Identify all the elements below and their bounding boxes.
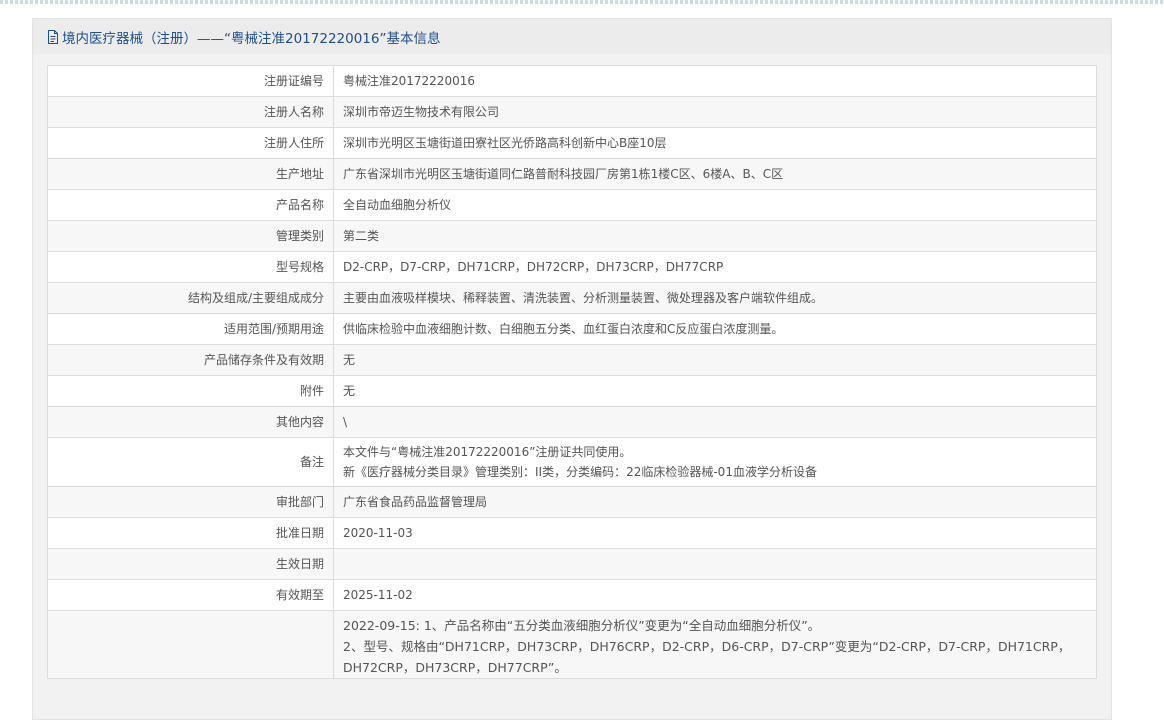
row-value: 深圳市光明区玉塘街道田寮社区光侨路高科创新中心B座10层 [333, 127, 1097, 159]
change-line: 2、型号、规格由“DH71CRP，DH73CRP，DH76CRP，D2-CRP，… [343, 639, 1071, 654]
row-value: 广东省深圳市光明区玉塘街道同仁路普耐科技园厂房第1栋1楼C区、6楼A、B、C区 [333, 158, 1097, 190]
document-icon [48, 29, 58, 44]
row-label: 批准日期 [47, 517, 334, 549]
table-row: 产品名称 全自动血细胞分析仪 [47, 189, 1097, 221]
remark-line: 新《医疗器械分类目录》管理类别：II类，分类编码：22临床检验器械-01血液学分… [343, 465, 817, 479]
table-row: 审批部门 广东省食品药品监督管理局 [47, 486, 1097, 518]
row-label: 生产地址 [47, 158, 334, 190]
row-value: 深圳市帝迈生物技术有限公司 [333, 96, 1097, 128]
row-label: 注册人住所 [47, 127, 334, 159]
row-value: 第二类 [333, 220, 1097, 252]
table-row: 型号规格 D2-CRP，D7-CRP，DH71CRP，DH72CRP，DH73C… [47, 251, 1097, 283]
row-label: 结构及组成/主要组成成分 [47, 282, 334, 314]
row-label: 生效日期 [47, 548, 334, 580]
row-value: D2-CRP，D7-CRP，DH71CRP，DH72CRP，DH73CRP，DH… [333, 251, 1097, 283]
row-label: 附件 [47, 375, 334, 407]
table-row: 适用范围/预期用途 供临床检验中血液细胞计数、白细胞五分类、血红蛋白浓度和C反应… [47, 313, 1097, 345]
row-value: 2025-11-02 [333, 579, 1097, 611]
row-value: 无 [333, 344, 1097, 376]
table-row: 其他内容 \ [47, 406, 1097, 438]
table-row: 注册人住所 深圳市光明区玉塘街道田寮社区光侨路高科创新中心B座10层 [47, 127, 1097, 159]
row-label: 有效期至 [47, 579, 334, 611]
table-row: 有效期至 2025-11-02 [47, 579, 1097, 611]
row-label: 产品名称 [47, 189, 334, 221]
table-row: 生效日期 [47, 548, 1097, 580]
row-label: 适用范围/预期用途 [47, 313, 334, 345]
remark-line: 本文件与“粤械注准20172220016”注册证共同使用。 [343, 445, 632, 459]
detail-table: 注册证编号 粤械注准20172220016 注册人名称 深圳市帝迈生物技术有限公… [47, 65, 1097, 679]
table-row: 附件 无 [47, 375, 1097, 407]
table-row: 批准日期 2020-11-03 [47, 517, 1097, 549]
row-value: 无 [333, 375, 1097, 407]
row-value: 2020-11-03 [333, 517, 1097, 549]
change-line: DH72CRP，DH73CRP，DH77CRP”。 [343, 660, 567, 675]
table-row: 管理类别 第二类 [47, 220, 1097, 252]
table-row: 注册证编号 粤械注准20172220016 [47, 65, 1097, 97]
changes-value: 2022-09-15: 1、产品名称由“五分类血液细胞分析仪”变更为“全自动血细… [333, 610, 1097, 679]
row-value: 粤械注准20172220016 [333, 65, 1097, 97]
table-row: 生产地址 广东省深圳市光明区玉塘街道同仁路普耐科技园厂房第1栋1楼C区、6楼A、… [47, 158, 1097, 190]
table-row: 产品储存条件及有效期 无 [47, 344, 1097, 376]
row-label: 注册证编号 [47, 65, 334, 97]
remark-row: 备注 本文件与“粤械注准20172220016”注册证共同使用。 新《医疗器械分… [47, 437, 1097, 487]
row-value: 广东省食品药品监督管理局 [333, 486, 1097, 518]
row-label: 管理类别 [47, 220, 334, 252]
row-label: 型号规格 [47, 251, 334, 283]
row-label: 产品储存条件及有效期 [47, 344, 334, 376]
page-title: 境内医疗器械（注册）——“粤械注准20172220016”基本信息 [62, 30, 441, 47]
detail-panel: 境内医疗器械（注册）——“粤械注准20172220016”基本信息 注册证编号 … [32, 18, 1112, 720]
panel-header: 境内医疗器械（注册）——“粤械注准20172220016”基本信息 [33, 19, 1111, 54]
row-label [47, 610, 334, 679]
row-value: 全自动血细胞分析仪 [333, 189, 1097, 221]
top-divider [0, 0, 1164, 4]
row-label: 审批部门 [47, 486, 334, 518]
row-label: 注册人名称 [47, 96, 334, 128]
row-value: 供临床检验中血液细胞计数、白细胞五分类、血红蛋白浓度和C反应蛋白浓度测量。 [333, 313, 1097, 345]
change-line: 2022-09-15: 1、产品名称由“五分类血液细胞分析仪”变更为“全自动血细… [343, 618, 821, 633]
table-row: 结构及组成/主要组成成分 主要由血液吸样模块、稀释装置、清洗装置、分析测量装置、… [47, 282, 1097, 314]
row-value: 主要由血液吸样模块、稀释装置、清洗装置、分析测量装置、微处理器及客户端软件组成。 [333, 282, 1097, 314]
changes-row: 2022-09-15: 1、产品名称由“五分类血液细胞分析仪”变更为“全自动血细… [47, 610, 1097, 679]
remark-value: 本文件与“粤械注准20172220016”注册证共同使用。 新《医疗器械分类目录… [333, 437, 1097, 487]
row-label: 其他内容 [47, 406, 334, 438]
row-value [333, 548, 1097, 580]
row-label: 备注 [47, 437, 334, 487]
table-row: 注册人名称 深圳市帝迈生物技术有限公司 [47, 96, 1097, 128]
row-value: \ [333, 406, 1097, 438]
